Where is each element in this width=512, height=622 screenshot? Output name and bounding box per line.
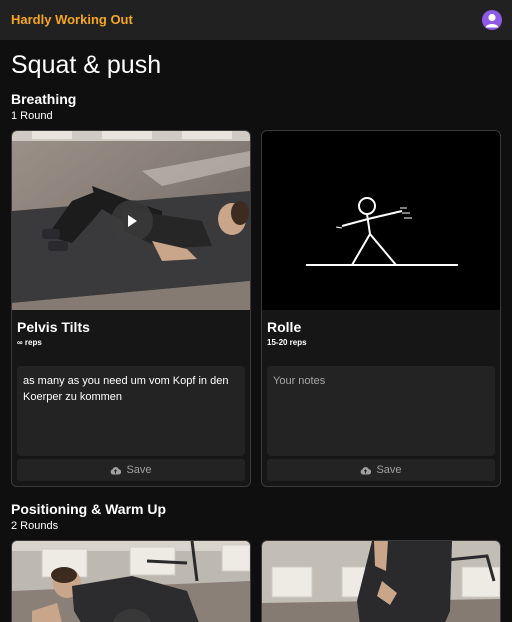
exercise-card [261,540,501,622]
user-avatar-icon[interactable] [482,10,502,30]
section-title-positioning-warm-up: Positioning & Warm Up [11,501,167,517]
section-title-breathing: Breathing [11,91,77,107]
exercise-name: Pelvis Tilts [17,319,90,335]
section-rounds: 2 Rounds [11,520,59,532]
play-icon [128,215,137,227]
exercise-video[interactable] [12,131,250,310]
play-button[interactable] [111,200,153,242]
cloud-upload-icon [361,466,372,475]
cloud-upload-icon [111,466,122,475]
exercise-name: Rolle [267,319,302,335]
exercise-video[interactable] [12,541,250,622]
exercise-card-rolle: Rolle 15-20 reps Save [261,130,501,487]
exercise-card-pelvis-tilts: Pelvis Tilts ∞ reps as many as you need … [11,130,251,487]
save-label: Save [376,464,402,476]
notes-textarea[interactable]: as many as you need um vom Kopf in den K… [17,366,245,456]
save-label: Save [126,464,152,476]
save-button[interactable]: Save [267,459,495,481]
section-rounds: 1 Round [11,110,53,122]
exercise-card [11,540,251,622]
exercise-video[interactable] [262,541,500,622]
exercise-illustration[interactable] [262,131,500,310]
exercise-reps: 15-20 reps [267,338,307,347]
app-title[interactable]: Hardly Working Out [11,12,133,27]
notes-textarea[interactable] [267,366,495,456]
top-bar: Hardly Working Out [0,0,512,40]
save-button[interactable]: Save [17,459,245,481]
page-title: Squat & push [11,51,162,79]
exercise-reps: ∞ reps [17,338,42,347]
